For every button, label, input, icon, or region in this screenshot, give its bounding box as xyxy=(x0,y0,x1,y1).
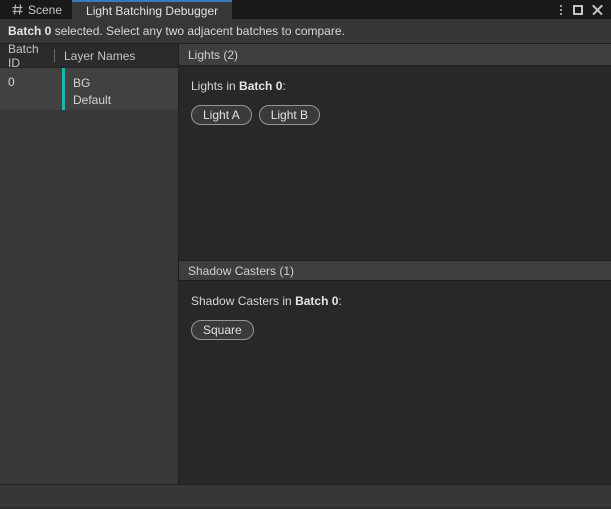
scene-grid-icon xyxy=(12,4,23,15)
details-panel: Lights (2) Lights in Batch 0: Light A Li… xyxy=(179,44,611,484)
lights-section-title: Lights (2) xyxy=(188,48,238,62)
tab-light-batching-debugger-label: Light Batching Debugger xyxy=(86,4,218,18)
kebab-menu-icon[interactable] xyxy=(558,3,564,17)
layer-names-cell: BG Default xyxy=(65,68,111,110)
status-bar xyxy=(0,484,611,509)
maximize-square-icon[interactable] xyxy=(573,5,583,15)
batch-list-panel: Batch ID Layer Names 0 BG Default xyxy=(0,44,179,484)
tab-scene[interactable]: Scene xyxy=(2,0,72,19)
info-bar-text: Batch 0 selected. Select any two adjacen… xyxy=(8,24,345,38)
shadow-casters-section-header: Shadow Casters (1) xyxy=(179,260,611,281)
column-header-layer-names: Layer Names xyxy=(55,49,135,63)
lights-section-header: Lights (2) xyxy=(179,44,611,66)
info-bar: Batch 0 selected. Select any two adjacen… xyxy=(0,19,611,44)
batch-table-header: Batch ID Layer Names xyxy=(0,44,178,68)
shadow-casters-in-batch-label: Shadow Casters in Batch 0: xyxy=(191,294,611,308)
main-split: Batch ID Layer Names 0 BG Default Lights… xyxy=(0,44,611,484)
shadow-casters-section-title: Shadow Casters (1) xyxy=(188,264,294,278)
layer-name: BG xyxy=(73,75,111,92)
light-chip-b[interactable]: Light B xyxy=(259,105,320,125)
tab-light-batching-debugger[interactable]: Light Batching Debugger xyxy=(72,0,232,19)
shadow-caster-chips: Square xyxy=(191,320,611,340)
layer-name: Default xyxy=(73,92,111,109)
close-x-icon[interactable] xyxy=(592,4,603,15)
lights-section-content: Lights in Batch 0: Light A Light B xyxy=(179,66,611,260)
lights-in-batch-label: Lights in Batch 0: xyxy=(191,79,611,93)
column-header-batch-id: Batch ID xyxy=(0,42,54,70)
tab-bar: Scene Light Batching Debugger xyxy=(0,0,611,19)
batch-id-cell: 0 xyxy=(0,68,62,110)
light-chips: Light A Light B xyxy=(191,105,611,125)
batch-row-0[interactable]: 0 BG Default xyxy=(0,68,178,110)
window-controls xyxy=(558,0,611,19)
light-batching-debugger-window: Scene Light Batching Debugger Batch 0 se… xyxy=(0,0,611,509)
shadow-caster-chip-square[interactable]: Square xyxy=(191,320,254,340)
tab-scene-label: Scene xyxy=(28,3,62,17)
shadow-casters-section-content: Shadow Casters in Batch 0: Square xyxy=(179,281,611,484)
light-chip-a[interactable]: Light A xyxy=(191,105,252,125)
